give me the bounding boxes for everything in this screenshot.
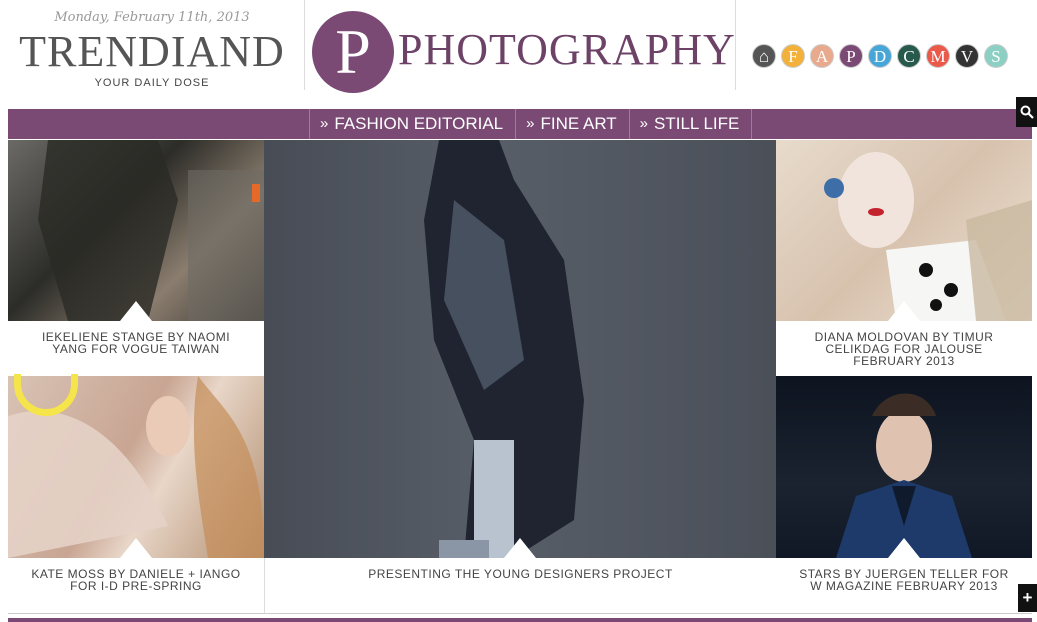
section-logo-badge: P: [312, 11, 394, 93]
divider: [8, 613, 1032, 614]
caption-notch: [888, 301, 920, 321]
featured-article-image[interactable]: [264, 140, 776, 558]
photo-placeholder: [824, 152, 1032, 321]
current-date: Monday, February 11th, 2013: [54, 10, 250, 25]
caption-notch: [888, 538, 920, 558]
category-fashion-icon[interactable]: F: [781, 44, 805, 68]
nav-menu: » FASHION EDITORIAL » FINE ART » STILL L…: [309, 109, 753, 139]
main-navbar: » FASHION EDITORIAL » FINE ART » STILL L…: [8, 109, 1032, 139]
chevron-right-icon: »: [320, 115, 329, 132]
load-more-button[interactable]: +: [1018, 584, 1037, 612]
chevron-right-icon: »: [639, 115, 649, 132]
category-design-icon[interactable]: D: [868, 44, 892, 68]
header-divider: [304, 0, 305, 90]
caption-notch: [120, 301, 152, 321]
category-video-icon[interactable]: V: [955, 44, 979, 68]
article-image[interactable]: [8, 140, 264, 321]
featured-article-caption[interactable]: PRESENTING THE YOUNG DESIGNERS PROJECT: [264, 558, 776, 613]
photo-placeholder: [38, 140, 264, 321]
site-logo-block[interactable]: Monday, February 11th, 2013 TRENDIAND YO…: [0, 0, 304, 90]
chevron-right-icon: »: [526, 115, 535, 132]
caption-notch: [504, 538, 536, 558]
article-caption[interactable]: STARS BY JUERGEN TELLER FOR W MAGAZINE F…: [776, 558, 1032, 613]
article-caption[interactable]: KATE MOSS BY DANIELE + IANGO FOR I-D PRE…: [8, 558, 264, 613]
article-caption[interactable]: DIANA MOLDOVAN BY TIMUR CELIKDAG FOR JAL…: [776, 321, 1032, 376]
category-photography-icon[interactable]: P: [839, 44, 863, 68]
photo-placeholder: [424, 140, 584, 558]
category-culture-icon[interactable]: C: [897, 44, 921, 68]
search-icon: [1020, 105, 1034, 119]
site-tagline: YOUR DAILY DOSE: [94, 77, 210, 89]
home-icon[interactable]: ⌂: [752, 44, 776, 68]
category-art-icon[interactable]: A: [810, 44, 834, 68]
category-music-icon[interactable]: M: [926, 44, 950, 68]
nav-item-label: FINE ART: [540, 114, 617, 133]
nav-item-fashion-editorial[interactable]: » FASHION EDITORIAL: [309, 109, 515, 139]
search-button[interactable]: [1016, 97, 1037, 127]
nav-item-fine-art[interactable]: » FINE ART: [515, 109, 629, 139]
header-divider: [735, 0, 736, 90]
nav-item-label: STILL LIFE: [654, 114, 740, 133]
category-icons: ⌂ F A P D C M V S: [752, 44, 1008, 70]
footer-accent-bar: [8, 618, 1032, 622]
nav-item-still-life[interactable]: » STILL LIFE: [628, 109, 753, 139]
site-logo[interactable]: TRENDIAND: [0, 30, 304, 74]
section-title: PHOTOGRAPHY: [398, 25, 736, 74]
article-image[interactable]: [776, 376, 1032, 558]
nav-item-label: FASHION EDITORIAL: [334, 114, 504, 133]
caption-notch: [120, 538, 152, 558]
photo-placeholder: [836, 393, 972, 558]
category-style-icon[interactable]: S: [984, 44, 1008, 68]
article-caption[interactable]: IEKELIENE STANGE BY NAOMI YANG FOR VOGUE…: [8, 321, 264, 376]
article-image[interactable]: [776, 140, 1032, 321]
